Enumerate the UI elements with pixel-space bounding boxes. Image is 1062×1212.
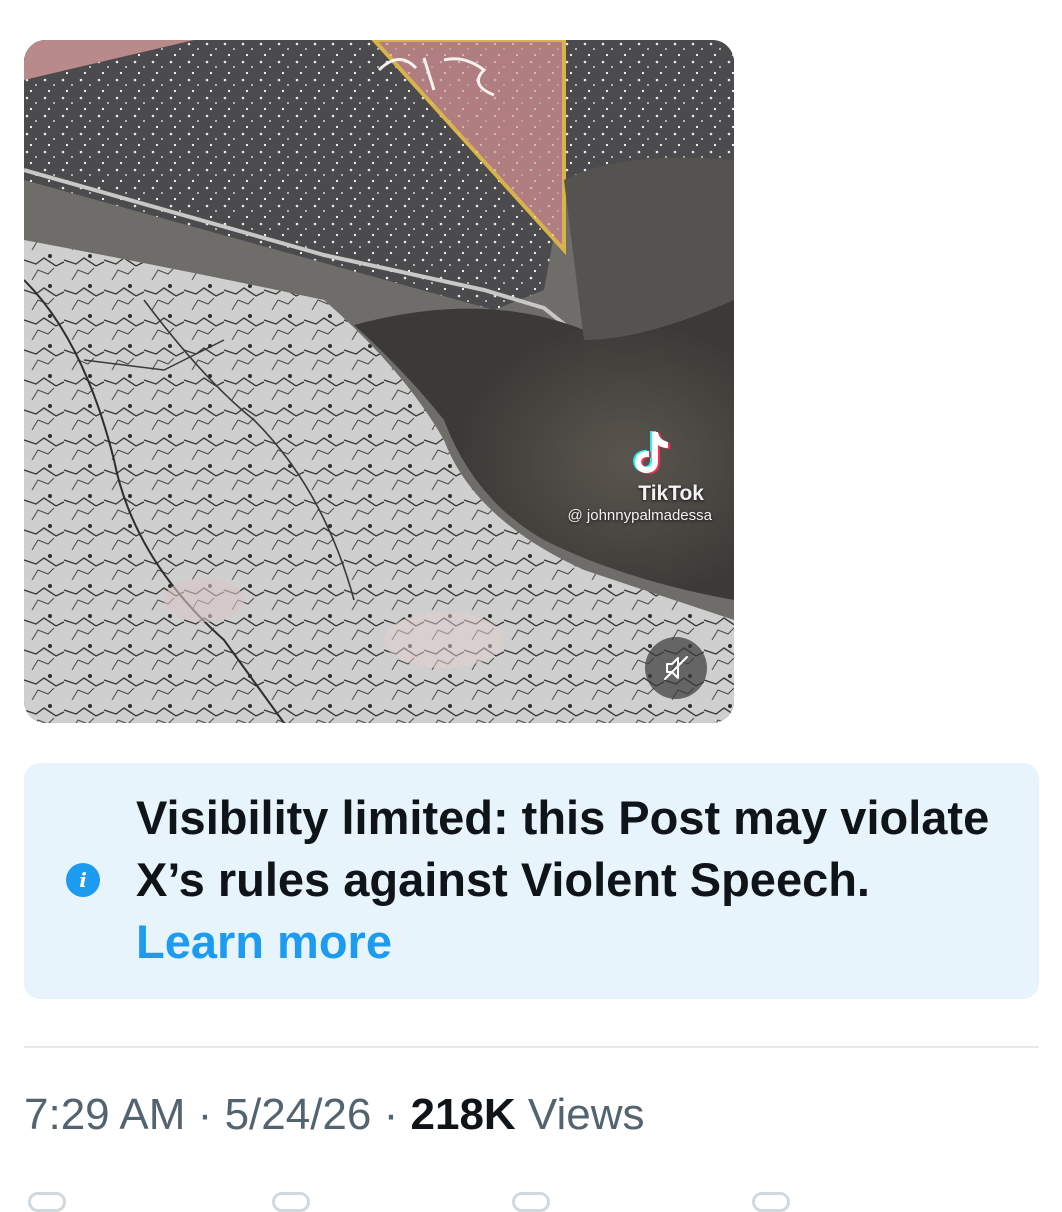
divider [24, 1046, 1039, 1048]
tiktok-brand-label: TikTok [638, 482, 704, 505]
post-video[interactable]: TikTok @ johnnypalmadessa [24, 40, 734, 723]
visibility-limited-notice: i Visibility limited: this Post may viol… [24, 763, 1039, 999]
views-count: 218K [410, 1090, 516, 1139]
repost-icon[interactable] [272, 1192, 310, 1212]
reply-icon[interactable] [28, 1192, 66, 1212]
post-time[interactable]: 7:29 AM [24, 1090, 185, 1139]
learn-more-link[interactable]: Learn more [136, 915, 392, 968]
post-date[interactable]: 5/24/26 [225, 1090, 372, 1139]
meta-separator: · [383, 1090, 399, 1139]
views-label: Views [527, 1090, 645, 1139]
mute-toggle-button[interactable] [645, 637, 707, 699]
post-metadata: 7:29 AM · 5/24/26 · 218K Views [24, 1087, 645, 1143]
meta-separator: · [197, 1090, 213, 1139]
bookmark-icon[interactable] [752, 1192, 790, 1212]
tiktok-watermark: TikTok @ johnnypalmadessa [512, 428, 712, 526]
video-frame-image [24, 40, 734, 723]
like-icon[interactable] [512, 1192, 550, 1212]
speaker-muted-icon [664, 656, 688, 680]
tiktok-logo-icon [633, 431, 670, 474]
notice-text: Visibility limited: this Post may violat… [136, 791, 990, 906]
tiktok-username-label: @ johnnypalmadessa [567, 507, 712, 524]
notice-message: Visibility limited: this Post may violat… [136, 787, 996, 973]
info-icon: i [66, 863, 100, 897]
